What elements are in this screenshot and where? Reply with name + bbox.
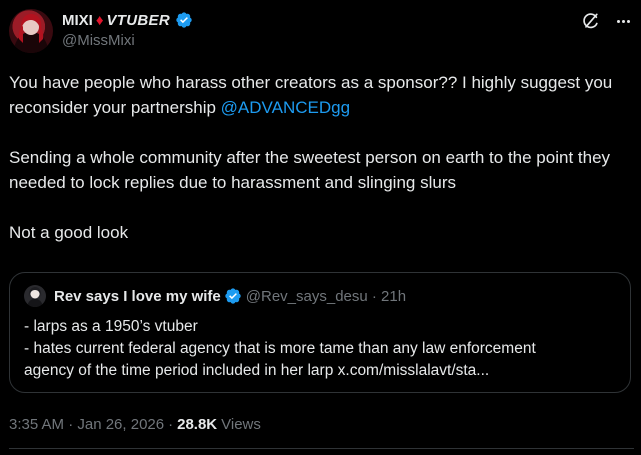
tweet-paragraph-3: Not a good look	[9, 223, 129, 242]
diamond-icon: ♦	[95, 11, 104, 29]
views-count: 28.8K	[177, 415, 218, 433]
tweet-timestamp[interactable]: 3:35 AM · Jan 26, 2026	[9, 416, 164, 433]
more-options-icon[interactable]	[612, 10, 634, 32]
author-handle[interactable]: @MissMixi	[62, 32, 135, 49]
quoted-line: - hates current federal agency that is m…	[24, 340, 536, 357]
grok-icon[interactable]	[580, 10, 602, 32]
divider	[9, 448, 634, 449]
quoted-author-handle-time[interactable]: @Rev_says_desu · 21h	[246, 288, 406, 305]
author-avatar[interactable]	[9, 9, 53, 53]
mention-link[interactable]: @ADVANCEDgg	[221, 98, 350, 117]
author-name-row[interactable]: MIXI ♦ VTUBER	[62, 10, 193, 30]
views-label: Views	[221, 415, 261, 433]
author-name-tag[interactable]: VTUBER	[107, 12, 170, 29]
quoted-tweet[interactable]: Rev says I love my wife @Rev_says_desu ·…	[9, 272, 631, 393]
quoted-line: - larps as a 1950’s vtuber	[24, 318, 198, 335]
tweet-paragraph-2: Sending a whole community after the swee…	[9, 148, 611, 192]
meta-separator: ·	[168, 415, 174, 433]
verified-badge-icon[interactable]	[175, 11, 193, 29]
verified-badge-icon	[224, 287, 242, 305]
tweet-meta: 3:35 AM · Jan 26, 2026 · 28.8K Views	[9, 414, 261, 434]
quoted-author-name[interactable]: Rev says I love my wife	[54, 288, 221, 305]
quoted-line: agency of the time period included in he…	[24, 362, 490, 379]
tweet-text: You have people who harass other creator…	[9, 70, 634, 245]
author-name[interactable]: MIXI	[62, 12, 93, 29]
tweet-detail: MIXI ♦ VTUBER @MissMixi You have people …	[0, 0, 641, 455]
tweet-paragraph-1: You have people who harass other creator…	[9, 73, 613, 117]
quoted-author-avatar[interactable]	[24, 285, 46, 307]
quoted-tweet-text: - larps as a 1950’s vtuber - hates curre…	[24, 316, 619, 382]
quoted-tweet-header: Rev says I love my wife @Rev_says_desu ·…	[24, 285, 406, 307]
